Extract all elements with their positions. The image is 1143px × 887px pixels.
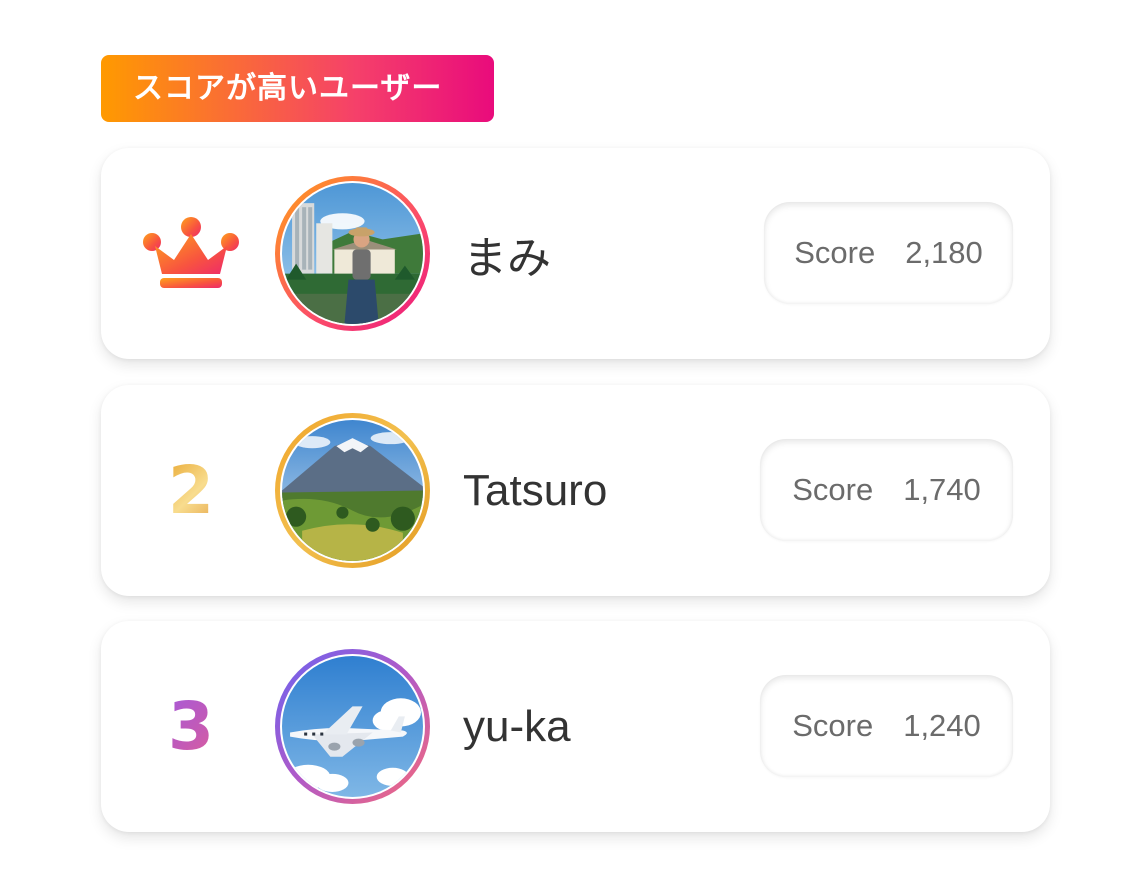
score-value: 2,180 bbox=[905, 235, 983, 270]
score-label: Score bbox=[792, 472, 874, 507]
rank-badge: 2 bbox=[141, 385, 241, 596]
rank-badge bbox=[141, 148, 241, 359]
user-name: yu-ka bbox=[463, 701, 571, 751]
avatar-image bbox=[280, 654, 425, 799]
avatar-image bbox=[280, 418, 425, 563]
avatar-image bbox=[280, 181, 425, 326]
avatar[interactable] bbox=[275, 176, 430, 331]
score-badge: Score 2,180 bbox=[764, 202, 1013, 304]
avatar[interactable] bbox=[275, 649, 430, 804]
user-name: Tatsuro bbox=[463, 465, 608, 515]
rank-number: 2 bbox=[168, 451, 214, 529]
score-badge: Score 1,240 bbox=[760, 675, 1013, 777]
score-value: 1,740 bbox=[903, 472, 981, 507]
crown-icon bbox=[143, 216, 239, 288]
section-title: スコアが高いユーザー bbox=[101, 55, 494, 122]
ranking-card-1[interactable]: まみ Score 2,180 bbox=[101, 148, 1050, 359]
avatar[interactable] bbox=[275, 413, 430, 568]
user-name: まみ bbox=[463, 233, 551, 283]
rank-badge: 3 bbox=[141, 621, 241, 832]
ranking-card-2[interactable]: 2 Tatsuro Score 1,740 bbox=[101, 385, 1050, 596]
score-label: Score bbox=[794, 235, 876, 270]
score-value: 1,240 bbox=[903, 708, 981, 743]
ranking-page: スコアが高いユーザー まみ Score 2,180 2 Tatsuro Scor… bbox=[0, 0, 1143, 887]
rank-number: 3 bbox=[168, 687, 214, 765]
ranking-card-3[interactable]: 3 yu-ka Score 1,240 bbox=[101, 621, 1050, 832]
score-label: Score bbox=[792, 708, 874, 743]
score-badge: Score 1,740 bbox=[760, 439, 1013, 541]
